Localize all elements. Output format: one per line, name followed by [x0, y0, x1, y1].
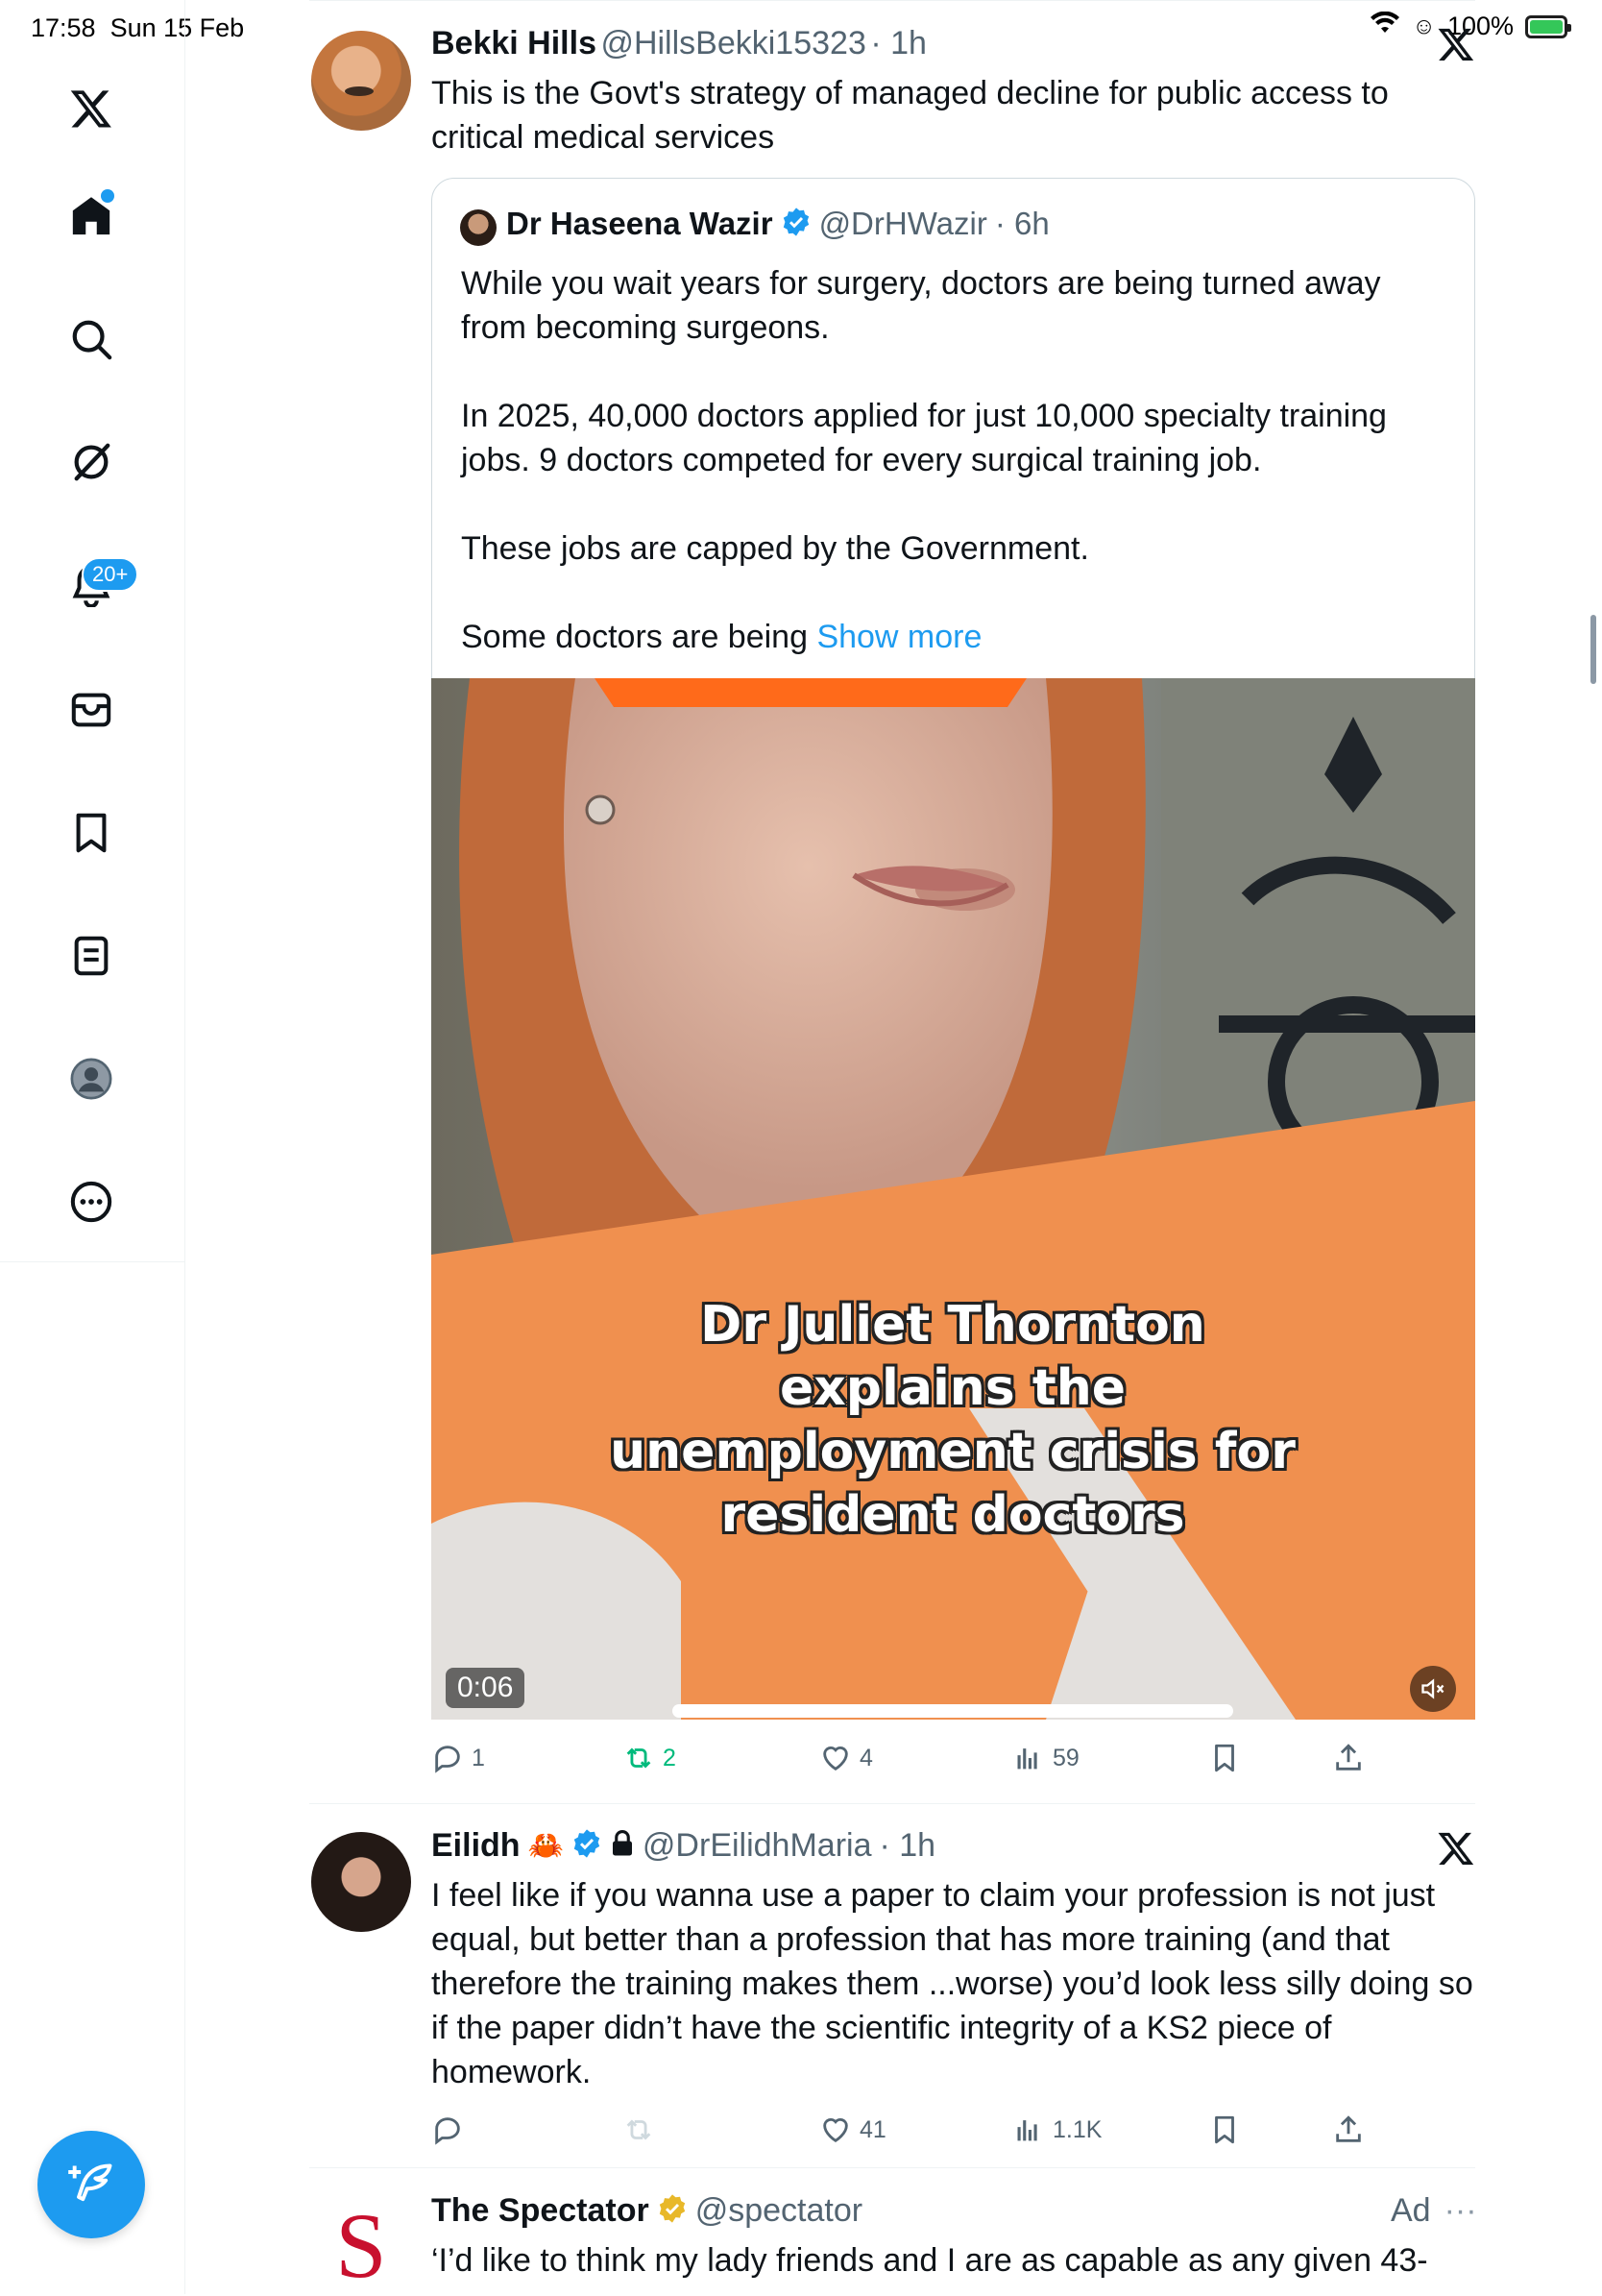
- x-logo-icon[interactable]: [1437, 1829, 1475, 1872]
- share-button[interactable]: [1332, 2113, 1365, 2146]
- tweet-header: Bekki Hills @HillsBekki15323 · 1h: [431, 25, 927, 62]
- video-player[interactable]: Dr Juliet Thornton explains the unemploy…: [431, 678, 1475, 1720]
- reply-icon: [435, 1746, 460, 1773]
- views-icon: [1017, 2120, 1037, 2141]
- verified-gold-badge-icon: [657, 2193, 688, 2229]
- ad-meta: Ad ···: [1391, 2192, 1477, 2230]
- author-handle[interactable]: @spectator: [695, 2192, 862, 2230]
- bookmark-icon: [1215, 1744, 1234, 1772]
- battery-icon: [1525, 14, 1571, 38]
- repost-button[interactable]: 2: [622, 1742, 676, 1774]
- verified-badge-icon: [781, 207, 812, 242]
- verified-badge-icon: [571, 1828, 602, 1864]
- profile-icon[interactable]: [63, 1051, 119, 1107]
- heart-icon: [823, 1746, 848, 1771]
- focus-smiley-icon: ☺: [1412, 12, 1436, 39]
- views-count: 59: [1053, 1744, 1080, 1771]
- avatar[interactable]: S: [311, 2196, 411, 2296]
- x-logo-icon[interactable]: [63, 81, 119, 136]
- like-button[interactable]: 4: [819, 1742, 873, 1774]
- quote-avatar[interactable]: [460, 209, 497, 246]
- like-count: 4: [860, 1744, 873, 1771]
- tweet-divider: [309, 1803, 1475, 1804]
- protected-lock-icon: [610, 1829, 635, 1863]
- mute-button[interactable]: [1410, 1666, 1456, 1712]
- tweet-time[interactable]: · 1h: [870, 25, 927, 61]
- search-icon[interactable]: [63, 311, 119, 367]
- wifi-icon: [1370, 11, 1400, 41]
- spectator-logo: S: [335, 2196, 387, 2296]
- views-icon: [1017, 1748, 1037, 1770]
- reply-button[interactable]: 1: [431, 1742, 485, 1774]
- quote-author-name[interactable]: Dr Haseena Wazir: [506, 206, 773, 242]
- grok-icon[interactable]: [63, 434, 119, 490]
- share-button[interactable]: [1332, 1742, 1365, 1774]
- sidebar-divider: [0, 1261, 184, 1262]
- ad-label: Ad: [1391, 2192, 1431, 2229]
- x-logo-icon[interactable]: [1437, 25, 1475, 68]
- video-frame: [431, 678, 1475, 1720]
- video-caption: Dr Juliet Thornton explains the unemploy…: [610, 1296, 1296, 1544]
- like-count: 41: [860, 2115, 886, 2143]
- quote-time[interactable]: · 6h: [995, 206, 1050, 242]
- heart-icon: [823, 2118, 848, 2143]
- like-button[interactable]: 41: [819, 2113, 886, 2146]
- notifications-badge: 20+: [82, 557, 139, 592]
- compose-feather-icon: [68, 2163, 112, 2202]
- bookmark-button[interactable]: [1208, 1742, 1241, 1774]
- video-scrubber[interactable]: [672, 1704, 1233, 1718]
- tweet-time[interactable]: · 1h: [880, 1827, 936, 1865]
- reply-count: 1: [472, 1744, 485, 1771]
- repost-button[interactable]: [622, 2113, 663, 2146]
- feed-top-divider: [309, 0, 1475, 1]
- muted-speaker-icon: [1421, 1678, 1444, 1699]
- more-options-button[interactable]: ···: [1444, 2192, 1477, 2230]
- tweet-header: Eilidh 🦀 @DrEilidhMaria · 1h: [431, 1827, 935, 1865]
- tweet-text: ‘I’d like to think my lady friends and I…: [431, 2242, 1428, 2279]
- views-button[interactable]: 59: [1012, 1742, 1080, 1774]
- repost-icon: [626, 2119, 651, 2140]
- quote-text: While you wait years for surgery, doctor…: [461, 261, 1450, 659]
- bookmark-button[interactable]: [1208, 2113, 1241, 2146]
- reply-button[interactable]: [431, 2113, 472, 2146]
- tweet-header: The Spectator @spectator: [431, 2192, 862, 2230]
- feed-scrollbar[interactable]: [1590, 615, 1596, 684]
- author-handle[interactable]: @HillsBekki15323: [600, 25, 865, 61]
- avatar[interactable]: [311, 1832, 411, 1932]
- author-name[interactable]: Eilidh: [431, 1827, 521, 1865]
- views-button[interactable]: 1.1K: [1012, 2113, 1102, 2146]
- author-name[interactable]: The Spectator: [431, 2192, 649, 2230]
- quote-header: Dr Haseena Wazir @DrHWazir · 6h: [506, 206, 1050, 242]
- more-icon[interactable]: [63, 1174, 119, 1230]
- tweet-text: I feel like if you wanna use a paper to …: [431, 1877, 1473, 2090]
- reply-icon: [435, 2117, 460, 2145]
- quote-author-handle[interactable]: @DrHWazir: [819, 206, 987, 242]
- video-duration: 0:06: [446, 1668, 525, 1708]
- share-icon: [1336, 1744, 1361, 1771]
- bookmarks-icon[interactable]: [63, 805, 119, 861]
- crab-emoji: 🦀: [527, 1830, 564, 1862]
- avatar[interactable]: [311, 31, 411, 131]
- author-name[interactable]: Bekki Hills: [431, 25, 596, 61]
- repost-icon: [626, 1747, 651, 1769]
- lists-icon[interactable]: [63, 928, 119, 984]
- show-more-link[interactable]: Show more: [816, 619, 982, 655]
- tweet-divider: [309, 2167, 1475, 2168]
- tweet-text: This is the Govt's strategy of managed d…: [431, 75, 1389, 156]
- share-icon: [1336, 2115, 1361, 2142]
- author-handle[interactable]: @DrEilidhMaria: [643, 1827, 872, 1865]
- repost-count: 2: [663, 1744, 676, 1771]
- home-unread-dot: [101, 189, 114, 203]
- bookmark-icon: [1215, 2115, 1234, 2144]
- quote-body: While you wait years for surgery, doctor…: [461, 265, 1387, 655]
- views-count: 1.1K: [1053, 2115, 1103, 2143]
- messages-icon[interactable]: [63, 682, 119, 738]
- compose-button[interactable]: [37, 2131, 145, 2238]
